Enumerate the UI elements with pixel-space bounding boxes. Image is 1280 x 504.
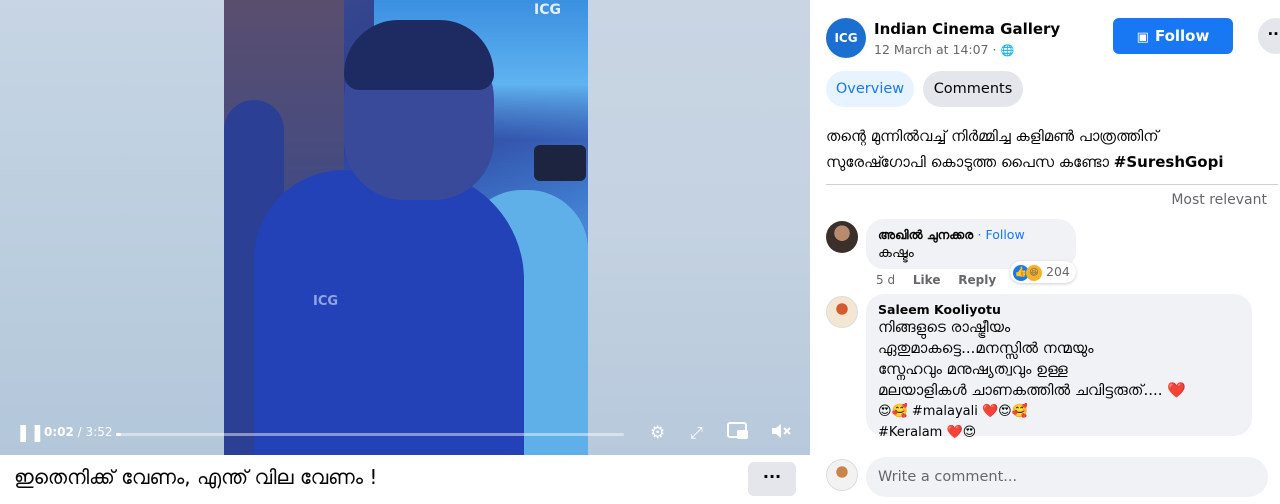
reaction-summary[interactable]: 👍 😆 204 (1010, 261, 1076, 283)
follow-label: Follow (1154, 27, 1210, 45)
video-controls: ❚❚ 0:02 / 3:52 ⚙ ⤢ (0, 418, 810, 450)
video-player[interactable]: ICG ICG ❚❚ 0:02 / 3:52 ⚙ ⤢ (0, 0, 810, 455)
post-side-panel: ICG Indian Cinema Gallery 12 March at 14… (810, 0, 1280, 504)
tab-overview[interactable]: Overview (826, 71, 914, 107)
comment-line: സ്നേഹവും മനുഷ്യത്വവും ഉള്ള (878, 360, 1068, 378)
comment-line: 😍🥰 #malayali ❤️😍🥰 (878, 404, 1028, 419)
avatar[interactable] (826, 221, 858, 253)
tab-comments[interactable]: Comments (923, 71, 1023, 107)
post-timestamp[interactable]: 12 March at 14:07 · 🌐 (874, 42, 1014, 57)
comment-sort-dropdown[interactable]: Most relevant (1171, 192, 1267, 208)
comment-line: #Keralam ❤️😍 (878, 425, 977, 440)
gear-icon[interactable]: ⚙ (650, 422, 665, 444)
frame-main-person-hair (344, 20, 494, 90)
comment-line: ഏതുമാകട്ടെ...മനസ്സിൽ നന്മയും (878, 339, 1094, 357)
comment-input[interactable]: Write a comment... (866, 457, 1268, 497)
frame-phone (534, 145, 586, 181)
video-blur-right (588, 0, 810, 455)
post-options-button[interactable]: ··· (1258, 18, 1280, 54)
user-avatar (826, 459, 858, 491)
hashtag-link[interactable]: #SureshGopi (1114, 153, 1224, 171)
reaction-count: 204 (1046, 264, 1070, 279)
video-progress-fill (116, 433, 121, 436)
comment-text: നിങ്ങളുടെ രാഷ്ട്രീയം ഏതുമാകട്ടെ...മനസ്സി… (878, 317, 1240, 443)
follow-icon: ▣ (1136, 30, 1149, 45)
post-text-line: തന്റെ മുന്നിൽവച്ച് നിർമ്മിച്ച കളിമൺ പാത്… (826, 127, 1159, 145)
pause-icon[interactable]: ❚❚ (16, 422, 45, 444)
haha-reaction-icon: 😆 (1026, 264, 1042, 281)
comment-follow-link[interactable]: · Follow (978, 227, 1025, 242)
expand-icon[interactable]: ⤢ (690, 422, 703, 444)
time-current: 0:02 (44, 425, 74, 439)
video-blur-left (0, 0, 224, 455)
reply-button[interactable]: Reply (958, 273, 996, 287)
like-button[interactable]: Like (913, 273, 941, 287)
comment-age[interactable]: 5 d (876, 273, 895, 287)
video-frame[interactable]: ICG ICG (224, 0, 588, 455)
post-time-text: 12 March at 14:07 · (874, 42, 1001, 57)
comment-line: നിങ്ങളുടെ രാഷ്ട്രീയം (878, 318, 1011, 336)
ellipsis-icon: ··· (1267, 25, 1280, 43)
time-total: 3:52 (85, 425, 113, 439)
page-name[interactable]: Indian Cinema Gallery (874, 20, 1060, 38)
comment-bubble: Saleem Kooliyotu നിങ്ങളുടെ രാഷ്ട്രീയം ഏത… (866, 294, 1252, 440)
video-watermark: ICG (534, 2, 561, 18)
video-watermark-center: ICG (313, 294, 339, 309)
page-avatar[interactable]: ICG (826, 18, 866, 58)
divider (826, 184, 1278, 185)
mute-icon[interactable] (770, 422, 792, 446)
comment-actions: 5 d Like Reply (876, 273, 1010, 287)
globe-icon: 🌐 (1000, 44, 1015, 57)
video-caption: ഇതെനിക്ക് വേണം, എന്ത് വില വേണം ! (14, 465, 378, 489)
video-time: 0:02 / 3:52 (44, 425, 113, 439)
video-progress-bar[interactable] (116, 433, 624, 436)
video-caption-bar: ഇതെനിക്ക് വേണം, എന്ത് വില വേണം ! ··· (0, 455, 810, 504)
post-text-line: സുരേഷ്ഗോപി കൊടുത്ത പൈസ കണ്ടോ #SureshGopi (826, 153, 1224, 171)
comment-author: അഖിൽ ചുനക്കര · Follow (878, 227, 1025, 242)
comment-author[interactable]: Saleem Kooliyotu (878, 302, 1240, 317)
comment-line: മലയാളികൾ ചാണകത്തിൽ ചവിട്ടരുത്.... ❤️ (878, 381, 1186, 399)
follow-button[interactable]: ▣ Follow (1113, 18, 1233, 54)
avatar[interactable] (826, 296, 858, 328)
picture-in-picture-icon[interactable] (727, 422, 749, 446)
frame-main-person-body (254, 170, 524, 455)
post-description: തന്റെ മുന്നിൽവച്ച് നിർമ്മിച്ച കളിമൺ പാത്… (826, 123, 1276, 175)
more-options-button[interactable]: ··· (748, 462, 796, 496)
